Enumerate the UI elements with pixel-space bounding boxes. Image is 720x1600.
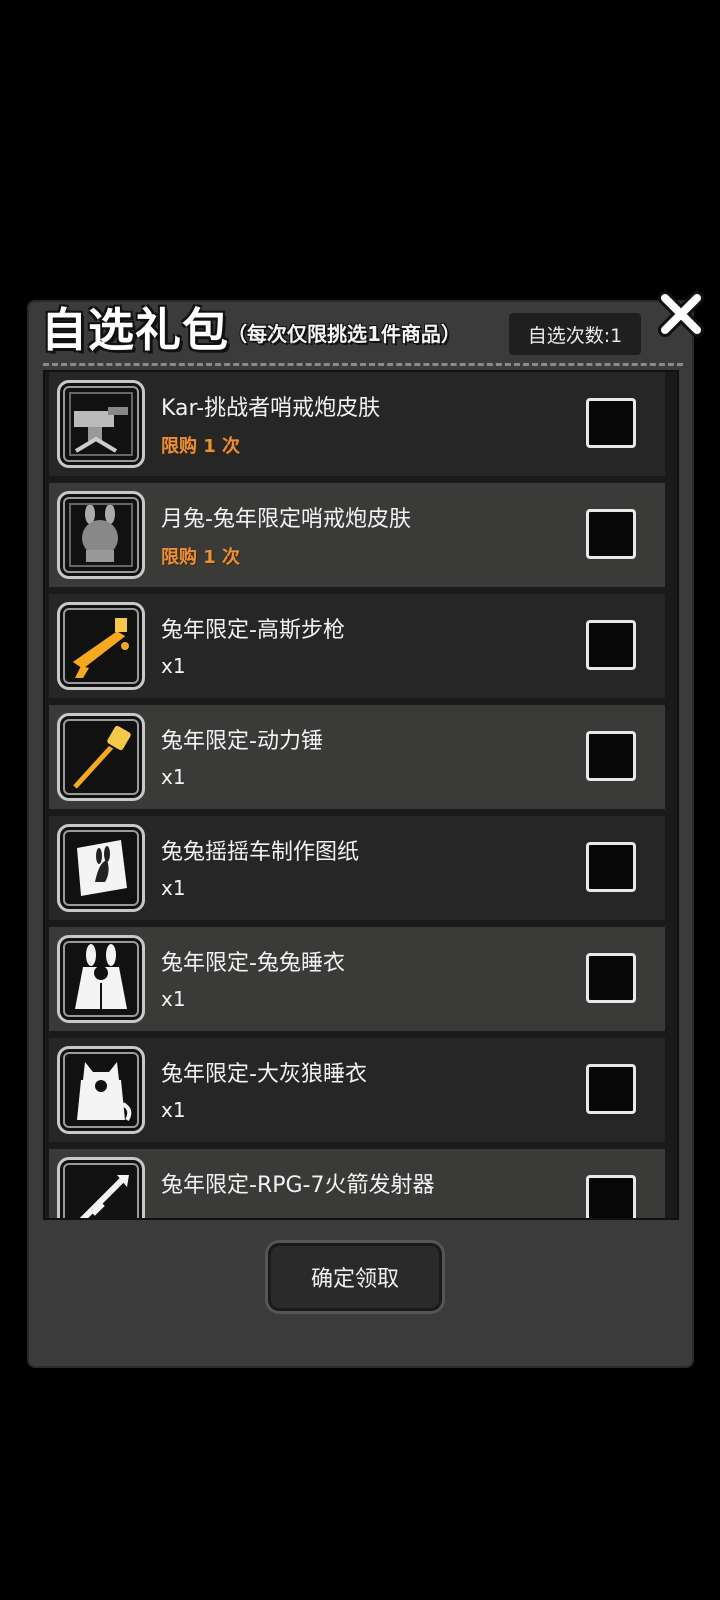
dialog-subtitle: （每次仅限挑选1件商品） (227, 322, 461, 346)
blueprint-icon (57, 824, 145, 912)
item-name: Kar-挑战者哨戒炮皮肤 (161, 396, 381, 421)
list-item[interactable]: 兔年限定-动力锤 x1 (49, 705, 665, 809)
item-name: 兔年限定-高斯步枪 (161, 618, 345, 643)
sentry-gun-skin-icon (57, 380, 145, 468)
list-item[interactable]: 兔年限定-RPG-7火箭发射器 (49, 1149, 665, 1218)
item-name: 兔年限定-大灰狼睡衣 (161, 1062, 367, 1087)
close-icon (658, 291, 704, 337)
list-item[interactable]: 兔兔摇摇车制作图纸 x1 (49, 816, 665, 920)
bunny-pajamas-icon (57, 935, 145, 1023)
item-list[interactable]: Kar-挑战者哨戒炮皮肤 限购 1 次 月兔-兔年限定哨戒炮皮肤 限购 1 次 (43, 370, 679, 1220)
item-quantity: x1 (161, 654, 186, 678)
purchase-limit-label: 限购 1 次 (161, 547, 241, 568)
dialog-title: 自选礼包 (41, 303, 229, 357)
item-quantity: x1 (161, 765, 186, 789)
power-hammer-icon (57, 713, 145, 801)
wolf-pajamas-icon (57, 1046, 145, 1134)
select-checkbox[interactable] (586, 842, 636, 892)
item-name: 兔年限定-兔兔睡衣 (161, 951, 345, 976)
item-name: 兔年限定-RPG-7火箭发射器 (161, 1173, 435, 1198)
list-item[interactable]: Kar-挑战者哨戒炮皮肤 限购 1 次 (49, 372, 665, 476)
close-button[interactable] (655, 288, 707, 340)
dialog-header: 自选礼包 （每次仅限挑选1件商品） 自选次数:1 (29, 291, 704, 364)
select-checkbox[interactable] (586, 398, 636, 448)
rpg-launcher-icon (57, 1157, 145, 1218)
select-checkbox[interactable] (586, 1064, 636, 1114)
select-checkbox[interactable] (586, 620, 636, 670)
list-item[interactable]: 兔年限定-兔兔睡衣 x1 (49, 927, 665, 1031)
select-checkbox[interactable] (586, 509, 636, 559)
select-checkbox[interactable] (586, 1175, 636, 1218)
rabbit-sentry-skin-icon (57, 491, 145, 579)
selection-count-badge: 自选次数:1 (509, 313, 641, 355)
item-name: 月兔-兔年限定哨戒炮皮肤 (161, 507, 411, 532)
item-quantity: x1 (161, 987, 186, 1011)
selection-count-label: 自选次数:1 (527, 324, 623, 347)
list-item[interactable]: 兔年限定-高斯步枪 x1 (49, 594, 665, 698)
item-name: 兔年限定-动力锤 (161, 729, 323, 754)
gauss-rifle-icon (57, 602, 145, 690)
item-quantity: x1 (161, 876, 186, 900)
item-name: 兔兔摇摇车制作图纸 (161, 840, 360, 865)
gift-pack-dialog: 自选礼包 （每次仅限挑选1件商品） 自选次数:1 Kar-挑战者哨戒炮皮肤 限购… (27, 291, 704, 1368)
item-quantity: x1 (161, 1098, 186, 1122)
list-item[interactable]: 月兔-兔年限定哨戒炮皮肤 限购 1 次 (49, 483, 665, 587)
header-divider (43, 363, 683, 366)
purchase-limit-label: 限购 1 次 (161, 436, 241, 457)
list-item[interactable]: 兔年限定-大灰狼睡衣 x1 (49, 1038, 665, 1142)
confirm-claim-label: 确定领取 (310, 1267, 399, 1292)
select-checkbox[interactable] (586, 953, 636, 1003)
confirm-claim-button[interactable]: 确定领取 (265, 1240, 445, 1314)
select-checkbox[interactable] (586, 731, 636, 781)
